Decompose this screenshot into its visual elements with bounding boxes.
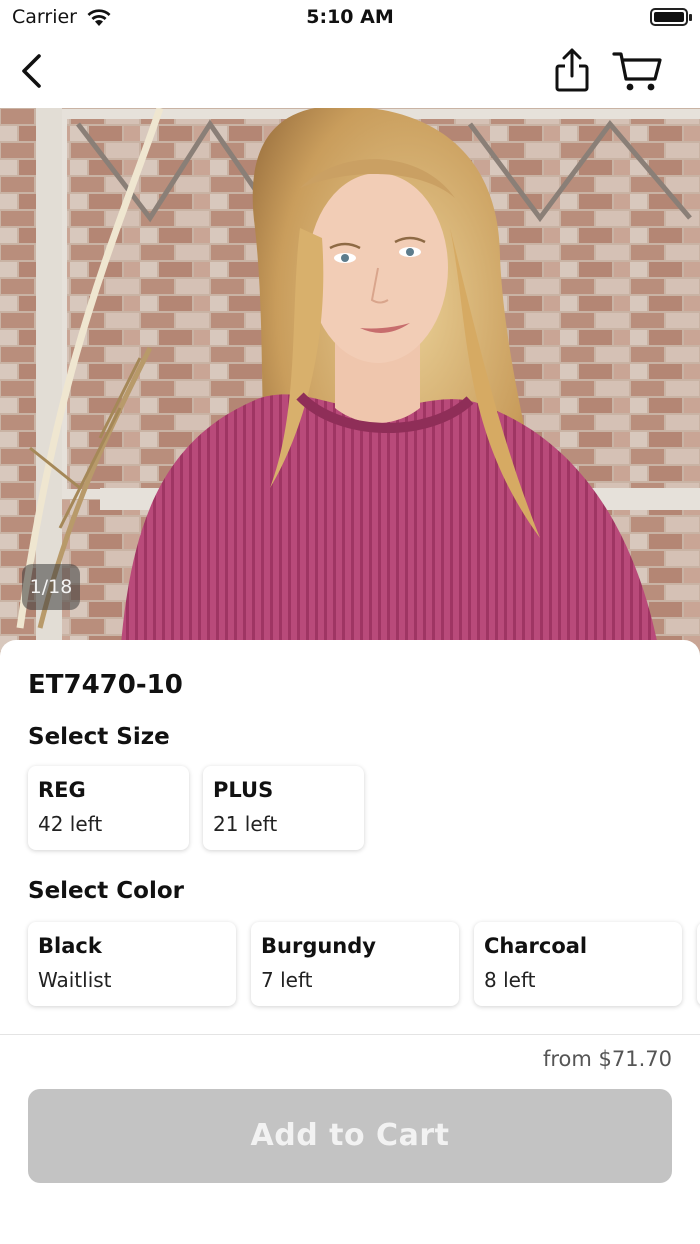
nav-bar: [0, 36, 700, 108]
select-size-title: Select Size: [28, 724, 170, 750]
color-option-stock: Waitlist: [38, 968, 112, 992]
size-option-stock: 21 left: [213, 812, 278, 836]
color-option-name: Burgundy: [261, 934, 376, 958]
color-option-stock: 7 left: [261, 968, 313, 992]
size-option-stock: 42 left: [38, 812, 103, 836]
product-image[interactable]: 1/18: [0, 108, 700, 656]
color-option-name: Black: [38, 934, 102, 958]
color-option-stock: 8 left: [484, 968, 536, 992]
status-bar: Carrier 5:10 AM: [0, 0, 700, 36]
cart-icon: [612, 52, 662, 91]
color-option-charcoal[interactable]: Charcoal 8 left: [474, 922, 682, 1006]
select-color-title: Select Color: [28, 878, 184, 904]
share-icon: [555, 48, 589, 92]
checkout-bar: from $71.70 Add to Cart: [0, 1034, 700, 1244]
size-option-name: PLUS: [213, 778, 274, 802]
color-option-black[interactable]: Black Waitlist: [28, 922, 236, 1006]
color-option-burgundy[interactable]: Burgundy 7 left: [251, 922, 459, 1006]
status-time: 5:10 AM: [306, 6, 394, 28]
chevron-left-icon: [22, 54, 41, 88]
color-option-name: Charcoal: [484, 934, 588, 958]
add-to-cart-button[interactable]: Add to Cart: [28, 1089, 672, 1183]
price-label: from $71.70: [542, 1047, 672, 1071]
size-option-reg[interactable]: REG 42 left: [28, 766, 189, 850]
share-button[interactable]: [550, 46, 594, 96]
back-button[interactable]: [14, 50, 54, 94]
color-options-scroller[interactable]: Black Waitlist Burgundy 7 left Charcoal …: [0, 918, 700, 1014]
battery-icon: [650, 8, 692, 26]
size-option-plus[interactable]: PLUS 21 left: [203, 766, 364, 850]
size-option-name: REG: [38, 778, 86, 802]
cart-button[interactable]: [612, 48, 664, 94]
product-details-sheet: ET7470-10 Select Size REG 42 left PLUS 2…: [0, 640, 700, 1035]
product-photo: [0, 108, 700, 656]
product-code: ET7470-10: [28, 670, 183, 700]
photo-counter: 1/18: [22, 564, 80, 610]
